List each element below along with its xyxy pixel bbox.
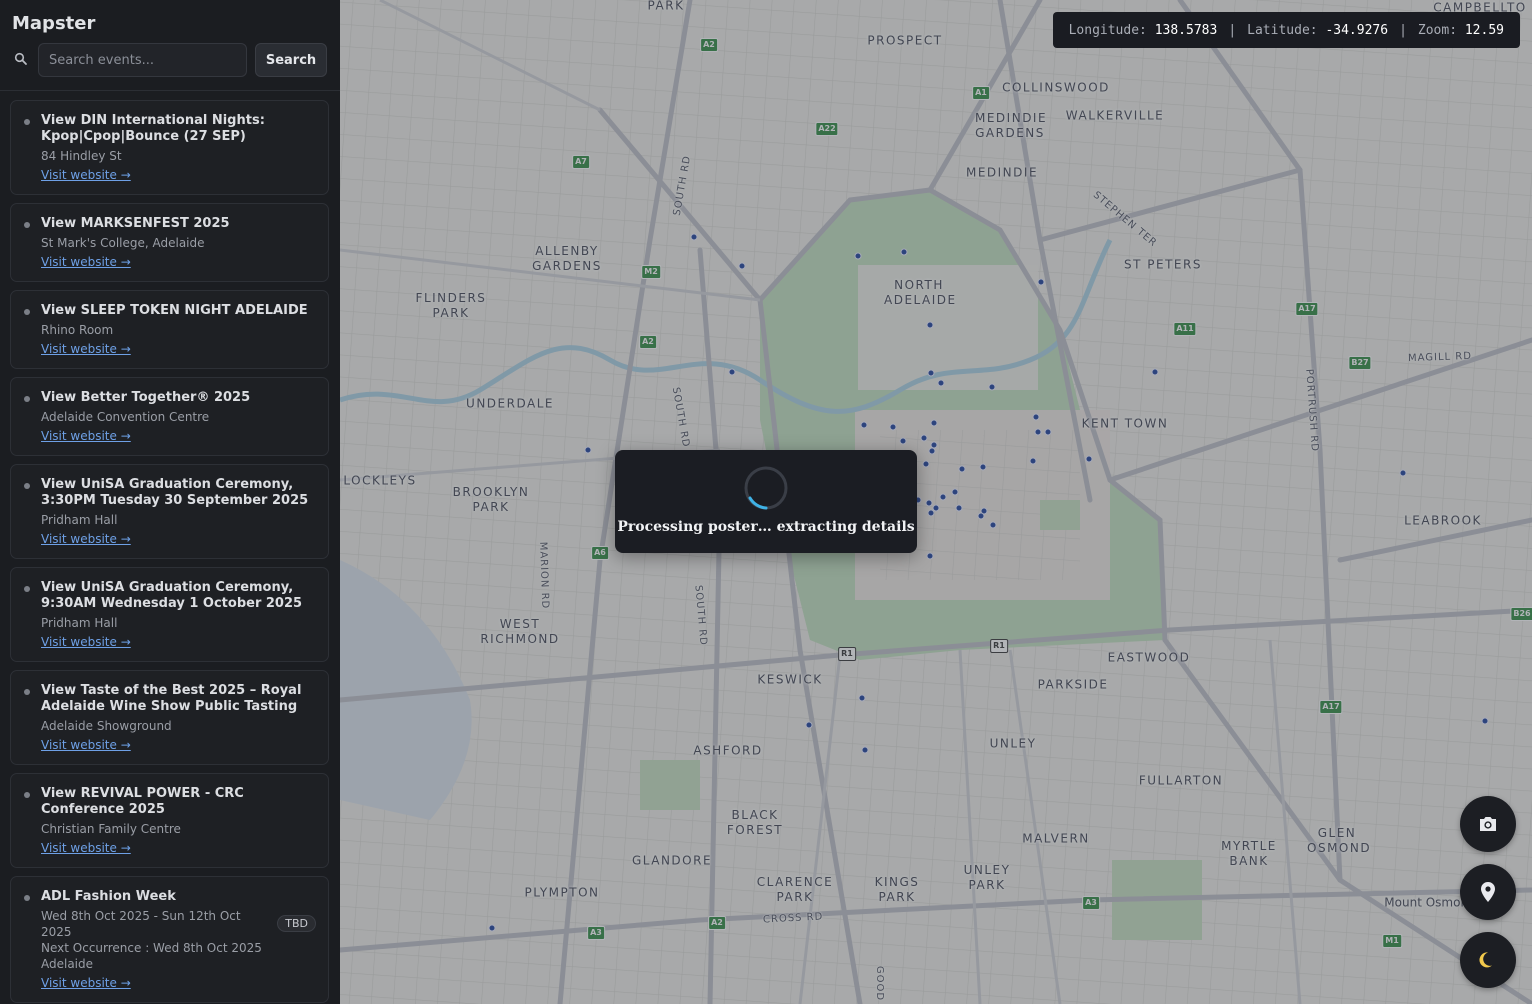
visit-website-link[interactable]: Visit website → <box>41 341 131 357</box>
event-venue: Pridham Hall <box>41 616 118 630</box>
event-venue: Rhino Room <box>41 323 114 337</box>
event-venue: Pridham Hall <box>41 513 118 527</box>
visit-website-link[interactable]: Visit website → <box>41 634 131 650</box>
event-venue: Adelaide Convention Centre <box>41 410 210 424</box>
camera-icon <box>1480 817 1496 831</box>
processing-message: Processing poster… extracting details <box>617 519 915 535</box>
bullet-icon <box>24 309 30 315</box>
coordinates-readout: Longitude: 138.5783 | Latitude: -34.9276… <box>1052 12 1520 48</box>
app-title: Mapster <box>12 13 96 34</box>
event-card[interactable]: View MARKSENFEST 2025 St Mark's College,… <box>10 203 329 282</box>
event-title[interactable]: View SLEEP TOKEN NIGHT ADELAIDE <box>41 303 316 319</box>
bullet-icon <box>24 689 30 695</box>
event-title[interactable]: View UniSA Graduation Ceremony, 3:30PM T… <box>41 477 316 509</box>
event-card[interactable]: View UniSA Graduation Ceremony, 9:30AM W… <box>10 567 329 662</box>
event-venue: Christian Family Centre <box>41 822 181 836</box>
zoom-value: 12.59 <box>1464 22 1504 38</box>
bullet-icon <box>24 396 30 402</box>
latitude-value: -34.9276 <box>1325 22 1389 38</box>
event-title[interactable]: View MARKSENFEST 2025 <box>41 216 316 232</box>
event-dates: Wed 8th Oct 2025 - Sun 12th Oct 2025 <box>41 909 241 939</box>
visit-website-link[interactable]: Visit website → <box>41 840 131 856</box>
divider <box>0 90 340 91</box>
status-badge: TBD <box>277 915 316 932</box>
separator: | <box>1228 22 1237 38</box>
bullet-icon <box>24 222 30 228</box>
event-card[interactable]: View UniSA Graduation Ceremony, 3:30PM T… <box>10 464 329 559</box>
sidebar: Mapster Search View DIN International Ni… <box>0 0 340 1004</box>
visit-website-link[interactable]: Visit website → <box>41 428 131 444</box>
event-card[interactable]: View Better Together® 2025 Adelaide Conv… <box>10 377 329 456</box>
loading-spinner-icon <box>744 466 788 510</box>
event-card[interactable]: ADL Fashion Week Wed 8th Oct 2025 - Sun … <box>10 876 329 1003</box>
event-venue: Adelaide <box>41 957 94 971</box>
event-next-occurrence: Next Occurrence : Wed 8th Oct 2025 <box>41 941 262 955</box>
bullet-icon <box>24 119 30 125</box>
bullet-icon <box>24 483 30 489</box>
visit-website-link[interactable]: Visit website → <box>41 737 131 753</box>
visit-website-link[interactable]: Visit website → <box>41 254 131 270</box>
theme-toggle-button[interactable] <box>1460 932 1516 988</box>
event-title[interactable]: View Better Together® 2025 <box>41 390 316 406</box>
bullet-icon <box>24 792 30 798</box>
event-card[interactable]: View REVIVAL POWER - CRC Conference 2025… <box>10 773 329 868</box>
event-card[interactable]: View DIN International Nights: Kpop|Cpop… <box>10 100 329 195</box>
longitude-label: Longitude: <box>1068 22 1147 38</box>
moon-icon <box>1479 952 1492 968</box>
visit-website-link[interactable]: Visit website → <box>41 167 131 183</box>
separator: | <box>1399 22 1407 38</box>
bullet-icon <box>24 586 30 592</box>
event-title[interactable]: View Taste of the Best 2025 – Royal Adel… <box>41 683 316 715</box>
visit-website-link[interactable]: Visit website → <box>41 531 131 547</box>
event-card[interactable]: View SLEEP TOKEN NIGHT ADELAIDE Rhino Ro… <box>10 290 329 369</box>
visit-website-link[interactable]: Visit website → <box>41 975 131 991</box>
longitude-value: 138.5783 <box>1154 22 1218 38</box>
event-title[interactable]: ADL Fashion Week <box>41 889 316 905</box>
processing-dialog: Processing poster… extracting details <box>615 450 917 553</box>
event-list: View DIN International Nights: Kpop|Cpop… <box>10 100 329 1004</box>
search-input[interactable] <box>38 43 247 77</box>
search-button[interactable]: Search <box>255 43 327 77</box>
capture-poster-button[interactable] <box>1460 796 1516 852</box>
event-card[interactable]: View Taste of the Best 2025 – Royal Adel… <box>10 670 329 765</box>
event-venue: St Mark's College, Adelaide <box>41 236 205 250</box>
event-title[interactable]: View UniSA Graduation Ceremony, 9:30AM W… <box>41 580 316 612</box>
zoom-label: Zoom: <box>1417 22 1458 38</box>
event-venue: Adelaide Showground <box>41 719 172 733</box>
locate-me-button[interactable] <box>1460 864 1516 920</box>
map-pin-icon <box>1481 882 1495 902</box>
latitude-label: Latitude: <box>1247 22 1318 38</box>
event-venue: 84 Hindley St <box>41 149 122 163</box>
bullet-icon <box>24 895 30 901</box>
event-title[interactable]: View DIN International Nights: Kpop|Cpop… <box>41 113 316 145</box>
search-icon <box>14 52 27 65</box>
event-title[interactable]: View REVIVAL POWER - CRC Conference 2025 <box>41 786 316 818</box>
